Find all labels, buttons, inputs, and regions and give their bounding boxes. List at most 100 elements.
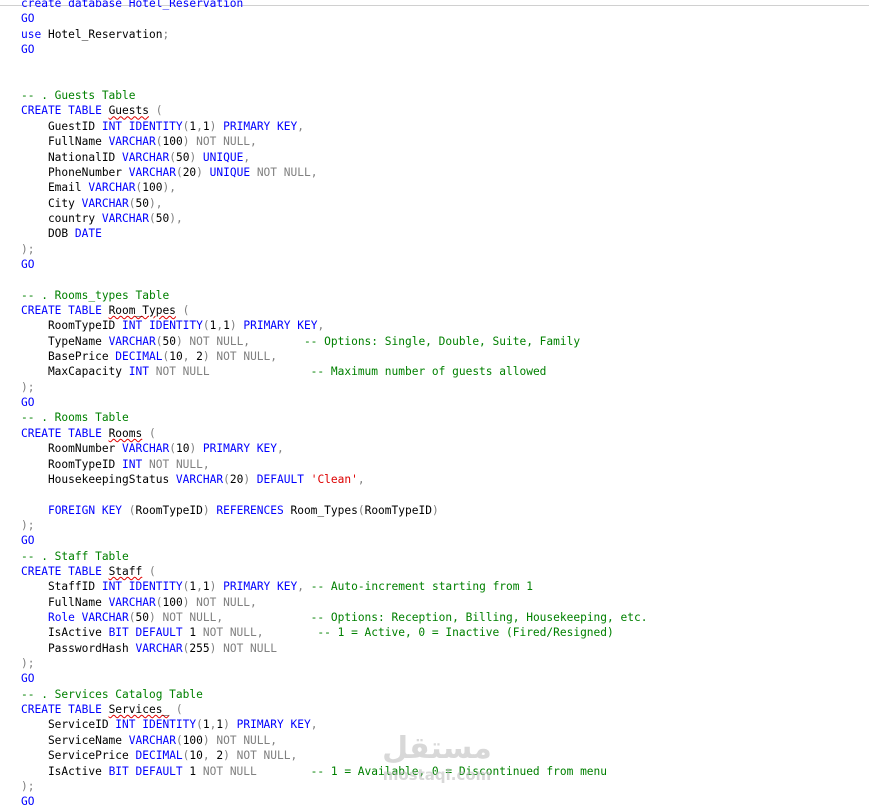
keyword-token: VARCHAR [128, 733, 176, 747]
code-line[interactable]: FOREIGN KEY (RoomTypeID) REFERENCES Room… [21, 503, 439, 518]
code-line[interactable]: -- . Rooms Table [21, 410, 129, 425]
punctuation-token: , [310, 718, 318, 732]
code-line[interactable]: TypeName VARCHAR(50) NOT NULL, -- Option… [21, 334, 580, 349]
code-line[interactable]: GO [21, 395, 34, 410]
identifier-token [21, 504, 48, 517]
keyword-token: VARCHAR [122, 150, 170, 164]
keyword-token: Role VARCHAR [47, 611, 129, 624]
keyword-token: PRIMARY KEY [243, 319, 318, 333]
identifier-token: 2 [196, 350, 203, 364]
punctuation-token: ), [169, 211, 183, 225]
code-line[interactable]: GO [21, 671, 34, 686]
code-line[interactable]: BasePrice DECIMAL(10, 2) NOT NULL, [21, 349, 277, 364]
code-line[interactable]: ServiceID INT IDENTITY(1,1) PRIMARY KEY, [21, 717, 318, 732]
code-line[interactable]: NationalID VARCHAR(50) UNIQUE, [21, 150, 250, 165]
punctuation-token: ( [128, 196, 136, 210]
identifier-token: TypeName [21, 334, 109, 348]
punctuation-token: ( [169, 703, 183, 717]
code-line[interactable]: City VARCHAR(50), [21, 196, 163, 211]
punctuation-token: ) NOT NULL [209, 641, 277, 655]
punctuation-token: NOT NULL, [196, 626, 264, 640]
identifier-token: BasePrice [21, 350, 116, 364]
keyword-token: BIT DEFAULT [108, 764, 183, 778]
code-line[interactable]: CREATE TABLE Staff ( [21, 564, 156, 579]
code-line[interactable]: GO [21, 42, 34, 57]
punctuation-token: ) [229, 319, 244, 333]
code-line[interactable]: StaffID INT IDENTITY(1,1) PRIMARY KEY, -… [21, 579, 533, 594]
comment-token: -- . Staff Table [21, 549, 129, 563]
identifier-token [223, 611, 311, 624]
code-line[interactable]: GuestID INT IDENTITY(1,1) PRIMARY KEY, [21, 119, 304, 134]
code-line[interactable]: CREATE TABLE Rooms ( [21, 426, 156, 441]
code-line[interactable]: CREATE TABLE Room_Types ( [21, 303, 189, 318]
code-line[interactable]: ); [21, 656, 34, 671]
comment-token: -- . Rooms_types Table [21, 288, 170, 302]
code-line[interactable]: ); [21, 518, 34, 533]
code-line[interactable]: CREATE TABLE Guests ( [21, 103, 162, 118]
code-line[interactable]: -- . Staff Table [21, 549, 129, 564]
identifier-token: 100 [162, 135, 183, 149]
identifier-token: 1 [202, 580, 210, 594]
identifier-token: GuestID [21, 119, 102, 133]
code-line[interactable]: Email VARCHAR(100), [21, 180, 176, 195]
punctuation-token: , [357, 472, 365, 486]
code-editor[interactable]: create database Hotel_Reservation GO use H… [0, 0, 869, 807]
code-line[interactable]: CREATE TABLE Services_ ( [21, 702, 183, 717]
keyword-token: FOREIGN KEY [47, 503, 123, 517]
identifier-token: HousekeepingStatus [21, 472, 176, 486]
code-line[interactable]: GO [21, 257, 34, 272]
code-line[interactable]: RoomTypeID INT IDENTITY(1,1) PRIMARY KEY… [21, 318, 324, 333]
code-line[interactable]: GO [21, 794, 34, 807]
code-line[interactable]: HousekeepingStatus VARCHAR(20) DEFAULT '… [21, 472, 365, 487]
keyword-token: VARCHAR [108, 135, 156, 149]
code-line[interactable]: ServiceName VARCHAR(100) NOT NULL, [21, 733, 277, 748]
punctuation-token: ( [202, 319, 210, 333]
identifier-token: 10 [189, 749, 203, 763]
code-line[interactable]: ); [21, 242, 34, 257]
keyword-token: create database Hotel_Reservation [21, 0, 244, 10]
code-line[interactable]: RoomNumber VARCHAR(10) PRIMARY KEY, [21, 441, 284, 456]
code-line[interactable]: use Hotel_Reservation; [21, 27, 169, 42]
code-line[interactable]: -- . Services Catalog Table [21, 687, 203, 702]
code-line[interactable]: PasswordHash VARCHAR(255) NOT NULL [21, 641, 277, 656]
code-line[interactable]: GO [21, 11, 34, 26]
keyword-token: PRIMARY KEY [202, 442, 278, 456]
code-line[interactable]: RoomTypeID INT NOT NULL, [21, 457, 210, 472]
code-line[interactable]: ServicePrice DECIMAL(10, 2) NOT NULL, [21, 748, 297, 763]
code-line[interactable]: ); [21, 380, 34, 395]
code-line[interactable]: DOB DATE [21, 226, 102, 241]
code-line[interactable]: FullName VARCHAR(100) NOT NULL, [21, 595, 257, 610]
keyword-token: VARCHAR [81, 196, 129, 210]
punctuation-token: ) [243, 472, 257, 486]
code-line[interactable]: MaxCapacity INT NOT NULL -- Maximum numb… [21, 364, 546, 379]
misspelled-identifier-token: Guests [108, 104, 149, 118]
code-line[interactable]: -- . Rooms_types Table [21, 288, 169, 303]
code-line[interactable]: ); [21, 779, 34, 794]
punctuation-token: ( [169, 442, 176, 456]
punctuation-token: ( [175, 304, 190, 317]
punctuation-token: ) [202, 503, 217, 517]
punctuation-token: ( [142, 564, 156, 578]
identifier-token: 1 [223, 319, 230, 333]
code-line[interactable]: FullName VARCHAR(100) NOT NULL, [21, 134, 257, 149]
code-line[interactable]: country VARCHAR(50), [21, 211, 183, 226]
identifier-token [210, 365, 311, 378]
identifier-token: 1 [182, 626, 197, 640]
comment-token: -- Options: Single, Double, Suite, Famil… [303, 334, 581, 348]
keyword-token: GO [21, 12, 35, 26]
punctuation-token: ); [21, 779, 35, 793]
code-line[interactable]: -- . Guests Table [21, 88, 136, 103]
identifier-token: RoomTypeID [21, 457, 123, 471]
punctuation-token: , [202, 749, 217, 763]
keyword-token: INT [128, 365, 149, 379]
keyword-token: INT IDENTITY [122, 319, 203, 333]
keyword-token: VARCHAR [135, 641, 183, 655]
code-line[interactable]: GO [21, 533, 34, 548]
identifier-token [304, 473, 311, 486]
code-line[interactable]: IsActive BIT DEFAULT 1 NOT NULL -- 1 = A… [21, 764, 607, 779]
code-line[interactable]: Role VARCHAR(50) NOT NULL, -- Options: R… [21, 610, 648, 625]
code-line[interactable]: IsActive BIT DEFAULT 1 NOT NULL, -- 1 = … [21, 625, 614, 640]
keyword-token: PRIMARY KEY [236, 718, 311, 732]
code-line[interactable]: create database Hotel_Reservation [21, 0, 243, 11]
code-line[interactable]: PhoneNumber VARCHAR(20) UNIQUE NOT NULL, [21, 165, 318, 180]
